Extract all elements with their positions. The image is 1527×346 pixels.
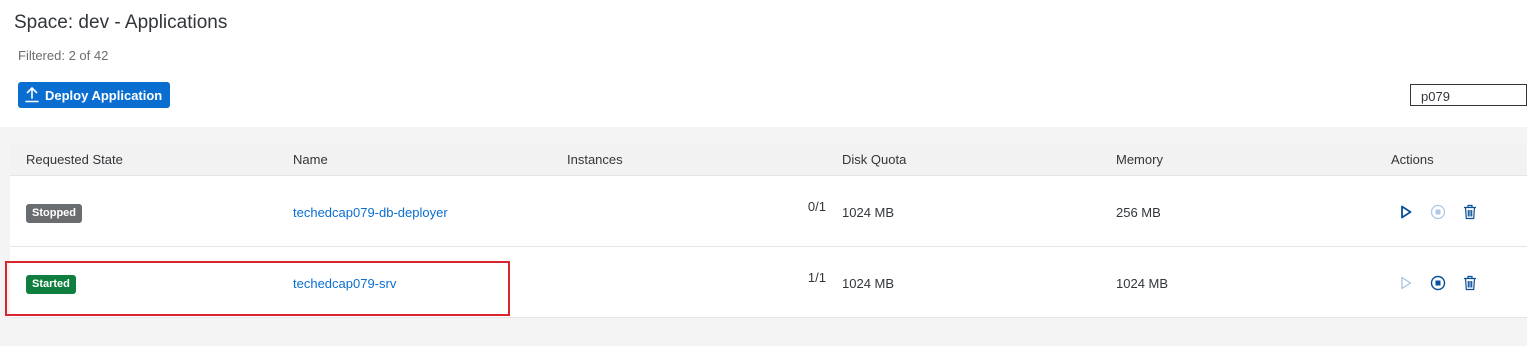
column-header-requested-state[interactable]: Requested State — [26, 152, 123, 167]
memory-value: 256 MB — [1116, 205, 1161, 220]
upload-icon — [25, 87, 39, 103]
highlight-box — [5, 261, 510, 316]
page-header: Space: dev - Applications Filtered: 2 of… — [0, 0, 1527, 127]
column-header-actions: Actions — [1391, 152, 1434, 167]
column-header-disk-quota[interactable]: Disk Quota — [842, 152, 906, 167]
deploy-application-button[interactable]: Deploy Application — [18, 82, 171, 108]
trash-icon[interactable] — [1461, 274, 1479, 292]
trash-icon[interactable] — [1461, 203, 1479, 221]
filter-status: Filtered: 2 of 42 — [18, 48, 109, 63]
page-title: Space: dev - Applications — [14, 12, 228, 33]
memory-value: 1024 MB — [1116, 276, 1169, 291]
table-row[interactable]: Stopped techedcap079-db-deployer 0/1 102… — [10, 176, 1527, 247]
status-badge: Stopped — [26, 204, 82, 223]
play-icon — [1397, 274, 1415, 292]
search-input[interactable] — [1410, 84, 1527, 106]
disk-quota-value: 1024 MB — [842, 205, 895, 220]
column-header-instances[interactable]: Instances — [567, 152, 623, 167]
column-header-name[interactable]: Name — [293, 152, 328, 167]
instances-value: 1/1 — [807, 270, 826, 285]
instances-value: 0/1 — [807, 199, 826, 214]
stop-icon[interactable] — [1429, 274, 1447, 292]
table-header: Requested State Name Instances Disk Quot… — [10, 143, 1527, 176]
stop-icon — [1429, 203, 1447, 221]
column-header-memory[interactable]: Memory — [1116, 152, 1163, 167]
deploy-application-label: Deploy Application — [45, 87, 163, 103]
disk-quota-value: 1024 MB — [842, 276, 895, 291]
play-icon[interactable] — [1397, 203, 1415, 221]
app-name-link[interactable]: techedcap079-db-deployer — [293, 205, 448, 220]
